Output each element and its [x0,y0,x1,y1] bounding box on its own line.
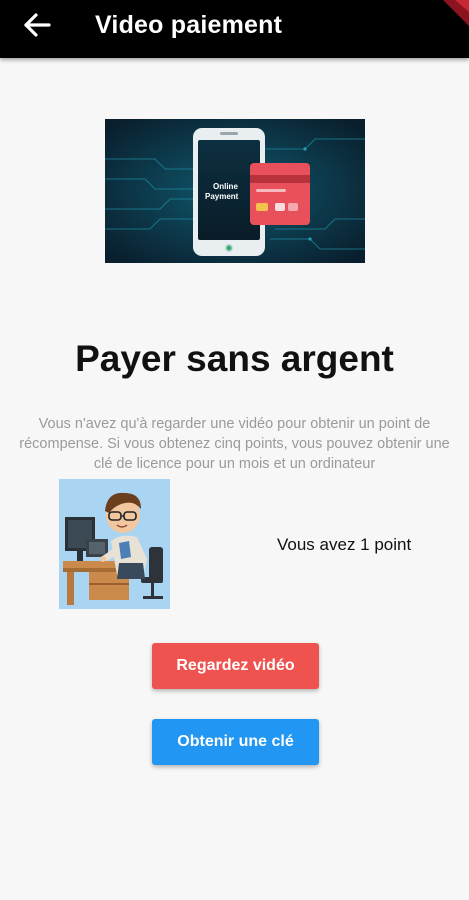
banner-caption-1: Online [213,182,238,191]
online-payment-banner: Online Payment [105,119,365,263]
user-at-computer-illustration [59,479,170,609]
back-button[interactable] [22,11,54,39]
headline: Payer sans argent [75,338,394,379]
app-bar: Video paiement [0,0,469,58]
content-area: Online Payment Payer sans argent Vous n'… [0,58,469,900]
watch-video-button[interactable]: Regardez vidéo [152,643,319,689]
points-counter: Vous avez 1 point [277,535,412,554]
arrow-left-icon [24,13,51,37]
page-title: Video paiement [95,11,283,39]
get-key-button[interactable]: Obtenir une clé [152,719,319,765]
description-text: Vous n'avez qu'à regarder une vidéo pour… [19,416,450,472]
banner-caption-2: Payment [205,192,239,201]
corner-accent [443,0,469,26]
